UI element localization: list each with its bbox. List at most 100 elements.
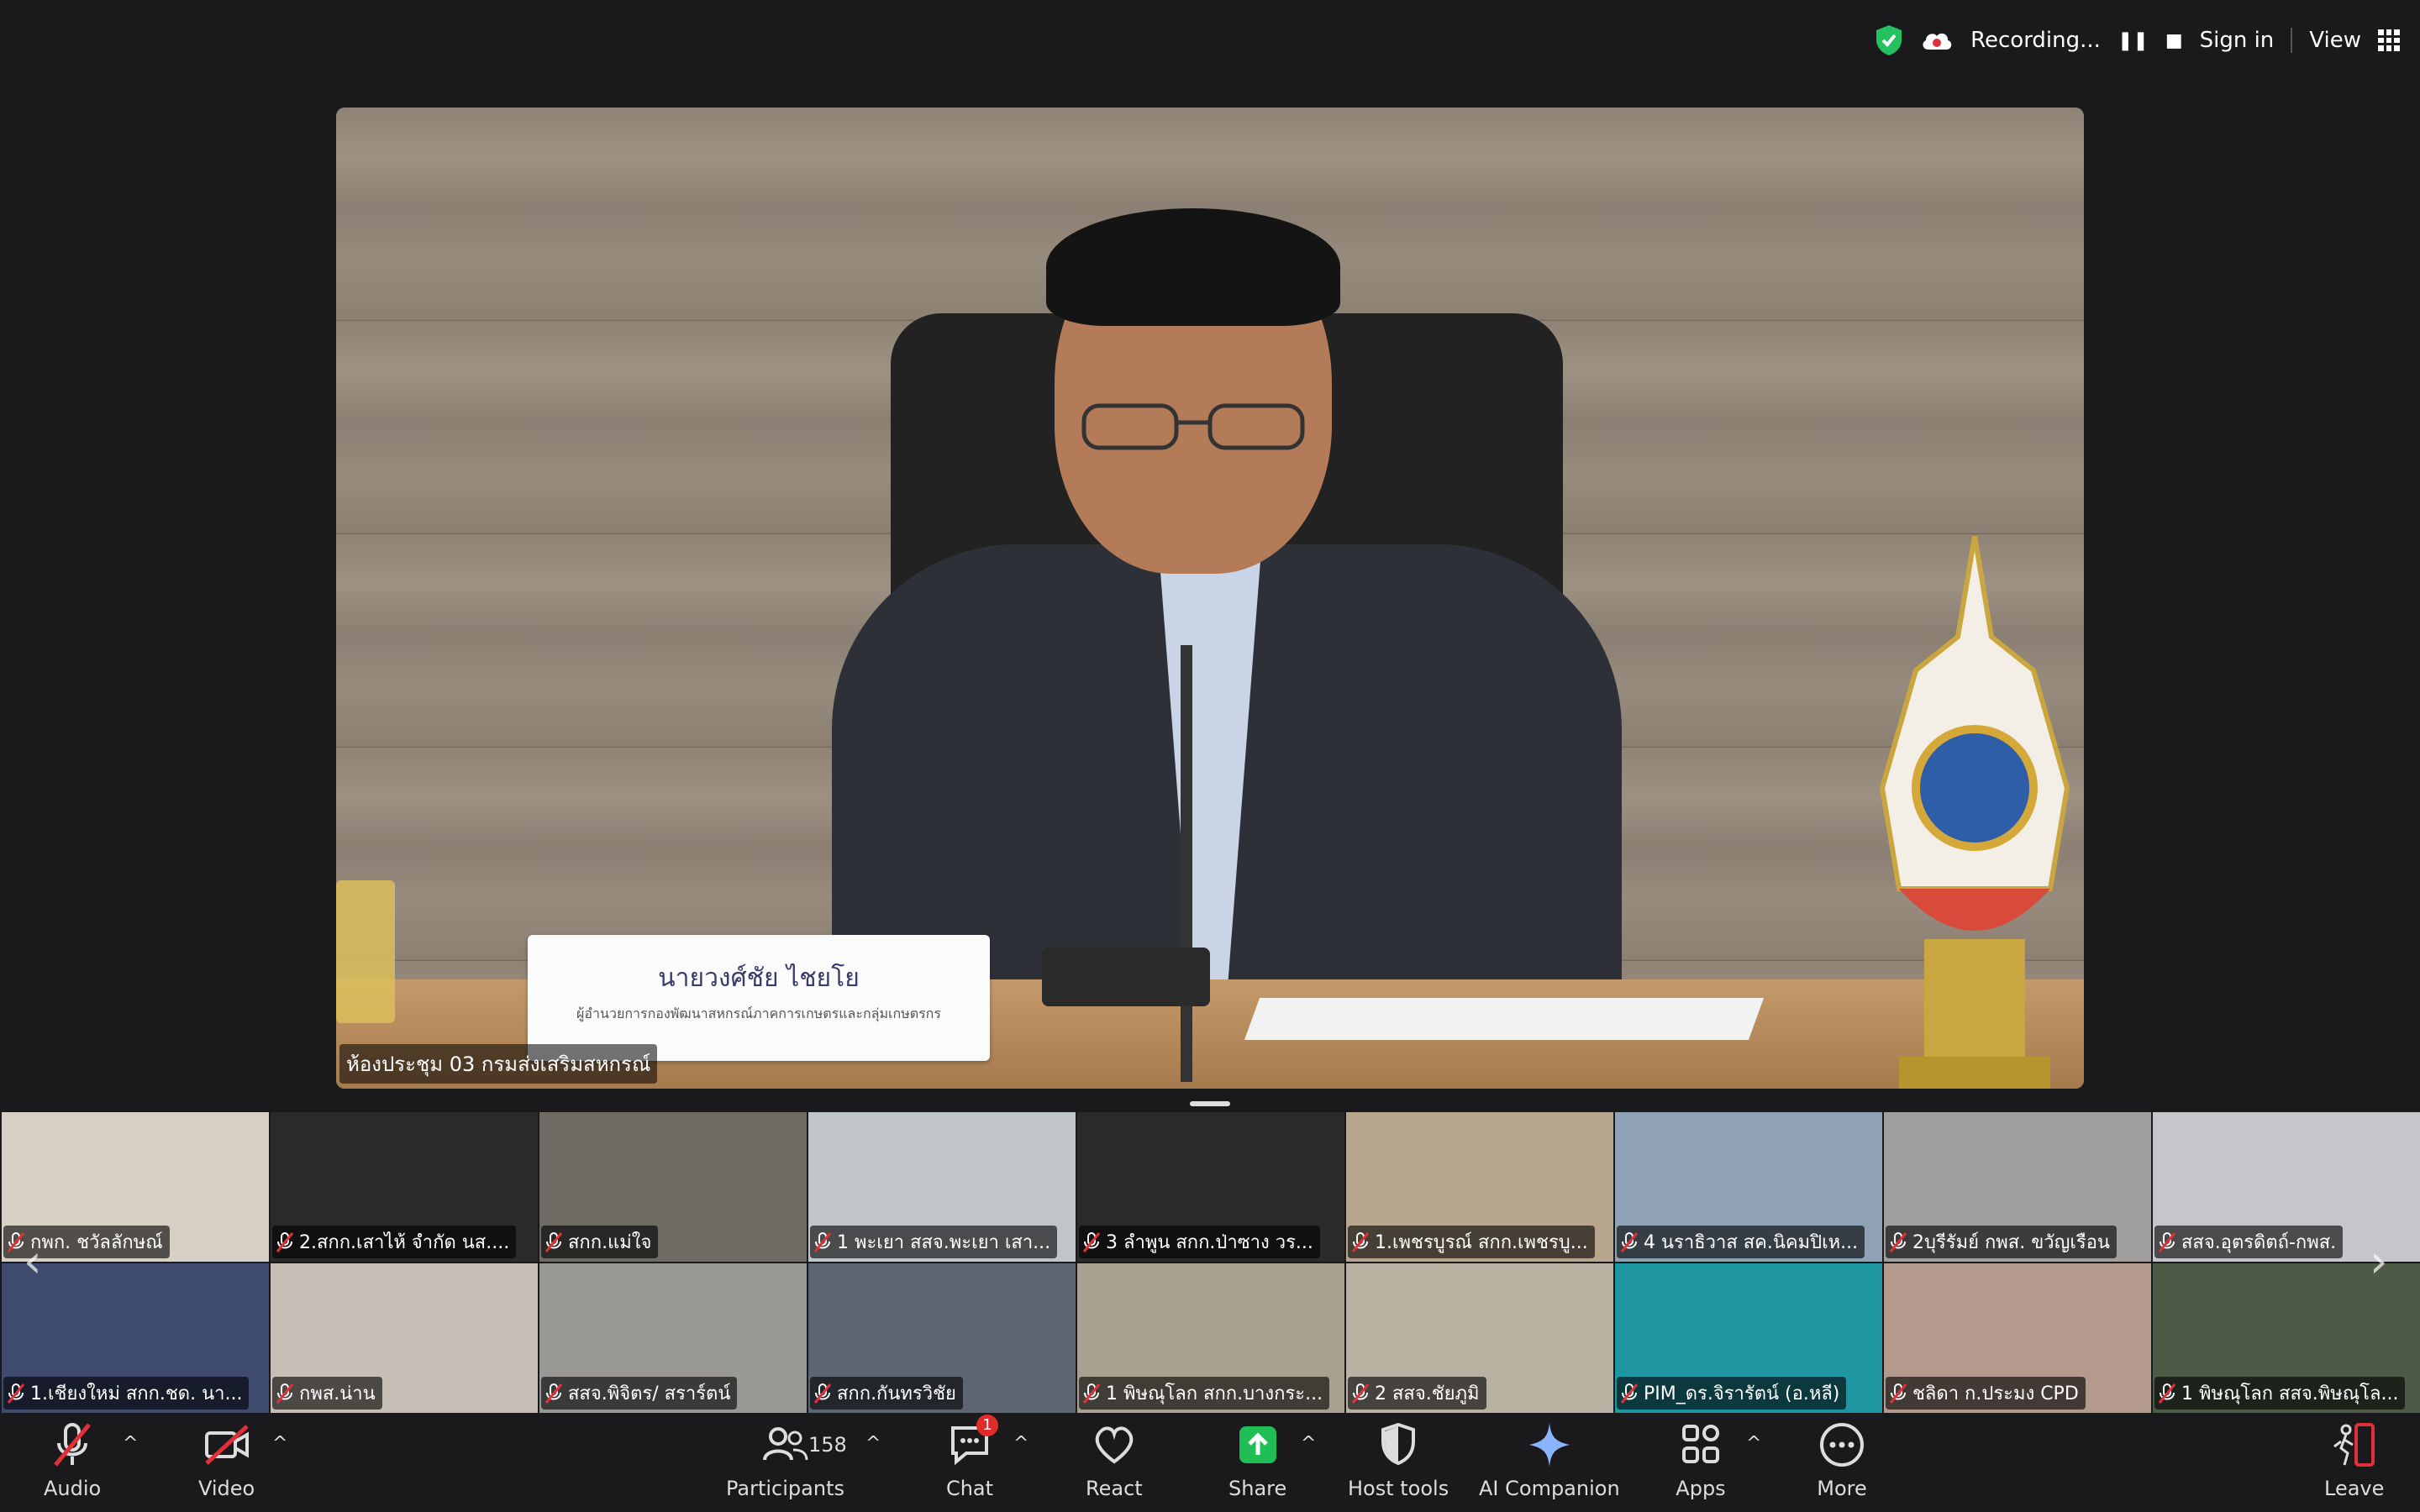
- participant-tile[interactable]: 1 พิษณุโลก สกก.บางกระ...: [1077, 1263, 1344, 1413]
- participant-name-tag: สสจ.อุตรดิตถ์-กพส.: [2154, 1226, 2344, 1258]
- participant-name-tag: 1 พะเยา สสจ.พะเยา เสา...: [810, 1226, 1058, 1258]
- participant-name: 1.เพชรบูรณ์ สกก.เพชรบู...: [1375, 1232, 1588, 1253]
- ai-companion-button[interactable]: AI Companion: [1479, 1421, 1620, 1500]
- participant-name: 1 พิษณุโลก สกก.บางกระ...: [1106, 1383, 1323, 1404]
- participant-name-tag: สสจ.พิจิตร/ สราร์ตน์: [541, 1377, 738, 1410]
- participant-name: สสจ.พิจิตร/ สราร์ตน์: [568, 1383, 731, 1404]
- muted-mic-icon: [1082, 1231, 1101, 1252]
- participant-name: สสจ.อุตรดิตถ์-กพส.: [2181, 1232, 2337, 1253]
- participant-tile[interactable]: 1 พะเยา สสจ.พะเยา เสา...: [808, 1112, 1076, 1262]
- apps-label: Apps: [1676, 1477, 1726, 1500]
- video-off-icon: [204, 1425, 249, 1465]
- participants-label: Participants: [726, 1477, 844, 1500]
- more-label: More: [1817, 1477, 1867, 1500]
- participant-name: 2 สสจ.ชัยภูมิ: [1375, 1383, 1480, 1404]
- participant-tile[interactable]: กพส.น่าน: [271, 1263, 538, 1413]
- participant-name-tag: สกก.กันทรวิชัย: [810, 1377, 963, 1410]
- share-options-caret[interactable]: ^: [1301, 1433, 1316, 1454]
- muted-mic-icon: [813, 1383, 832, 1404]
- participant-tile[interactable]: สสจ.พิจิตร/ สราร์ตน์: [539, 1263, 807, 1413]
- meeting-toolbar: Audio ^ Video ^ Participants 158 ^ Chat …: [0, 1415, 2420, 1512]
- participant-name-tag: 1 พิษณุโลก สสจ.พิษณุโล...: [2154, 1377, 2406, 1410]
- gallery-next-arrow[interactable]: ›: [2370, 1235, 2388, 1288]
- top-bar: Recording... ❚❚ ■ Sign in View: [1875, 0, 2420, 81]
- react-label: React: [1086, 1477, 1143, 1500]
- participant-name-tag: 2.สกก.เสาไห้ จำกัด นส....: [272, 1226, 517, 1258]
- video-options-caret[interactable]: ^: [272, 1433, 287, 1454]
- room-label: ห้องประชุม 03 กรมส่งเสริมสหกรณ์: [339, 1044, 658, 1084]
- heart-icon: [1095, 1426, 1134, 1464]
- muted-mic-icon: [813, 1231, 832, 1252]
- pause-recording-button[interactable]: ❚❚: [2118, 30, 2149, 51]
- participant-tile[interactable]: ชลิดา ก.ประมง CPD: [1884, 1263, 2151, 1413]
- participant-name: สกก.แม่ใจ: [568, 1232, 652, 1253]
- host-tools-button[interactable]: Host tools: [1348, 1421, 1449, 1500]
- recording-label: Recording...: [1970, 28, 2101, 53]
- participant-tile[interactable]: PIM_ดร.จิรารัตน์ (อ.หลี): [1615, 1263, 1882, 1413]
- sign-in-link[interactable]: Sign in: [2200, 28, 2275, 53]
- participant-gallery: กพก. ชวัลลักษณ์ 2.สกก.เสาไห้ จำกัด นส....…: [0, 1112, 2420, 1415]
- glasses: [1081, 403, 1305, 450]
- more-dots-icon: [1820, 1423, 1864, 1467]
- participant-tile[interactable]: 1.เพชรบูรณ์ สกก.เพชรบู...: [1346, 1112, 1613, 1262]
- participant-name: 3 ลำพูน สกก.ป่าซาง วร...: [1106, 1232, 1313, 1253]
- muted-mic-icon: [1889, 1383, 1907, 1404]
- participant-tile[interactable]: 2บุรีรัมย์ กพส. ขวัญเรือน: [1884, 1112, 2151, 1262]
- participant-name: สกก.กันทรวิชัย: [837, 1383, 956, 1404]
- apps-icon: [1682, 1425, 1719, 1463]
- participant-tile[interactable]: สกก.กันทรวิชัย: [808, 1263, 1076, 1413]
- participant-name-tag: 2 สสจ.ชัยภูมิ: [1348, 1377, 1486, 1410]
- gallery-prev-arrow[interactable]: ‹: [24, 1235, 42, 1288]
- participant-name: 2.สกก.เสาไห้ จำกัด นส....: [299, 1232, 510, 1253]
- participant-name: ชลิดา ก.ประมง CPD: [1912, 1383, 2079, 1404]
- view-button[interactable]: View: [2309, 28, 2361, 53]
- audio-label: Audio: [44, 1477, 102, 1500]
- apps-button[interactable]: Apps: [1676, 1421, 1726, 1500]
- leave-button[interactable]: Leave: [2324, 1421, 2384, 1500]
- participant-name-tag: PIM_ดร.จิรารัตน์ (อ.หลี): [1617, 1377, 1847, 1410]
- resize-handle[interactable]: [1190, 1101, 1230, 1106]
- participants-options-caret[interactable]: ^: [865, 1433, 881, 1454]
- grid-view-icon[interactable]: [2378, 29, 2400, 51]
- participant-tile[interactable]: 2.สกก.เสาไห้ จำกัด นส....: [271, 1112, 538, 1262]
- muted-mic-icon: [7, 1231, 25, 1252]
- participant-tile[interactable]: 3 ลำพูน สกก.ป่าซาง วร...: [1077, 1112, 1344, 1262]
- active-speaker-video[interactable]: นายวงศ์ชัย ไชยโย ผู้อำนวยการกองพัฒนาสหกร…: [336, 108, 2084, 1089]
- participant-tile[interactable]: 1.เชียงใหม่ สกก.ชด. นา...: [2, 1263, 269, 1413]
- participant-tile[interactable]: สกก.แม่ใจ: [539, 1112, 807, 1262]
- stop-recording-button[interactable]: ■: [2165, 30, 2183, 51]
- nameplate-name: นายวงศ์ชัย ไชยโย: [658, 963, 860, 993]
- host-shield-icon: [1381, 1422, 1416, 1466]
- participant-name-tag: สกก.แม่ใจ: [541, 1226, 659, 1258]
- muted-mic-icon: [7, 1383, 25, 1404]
- participant-name-tag: 3 ลำพูน สกก.ป่าซาง วร...: [1079, 1226, 1320, 1258]
- muted-mic-icon: [544, 1231, 563, 1252]
- react-button[interactable]: React: [1086, 1421, 1143, 1500]
- share-button[interactable]: Share: [1228, 1421, 1286, 1500]
- video-button[interactable]: Video: [198, 1421, 255, 1500]
- participant-name-tag: 1.เพชรบูรณ์ สกก.เพชรบู...: [1348, 1226, 1595, 1258]
- muted-mic-icon: [1351, 1231, 1370, 1252]
- audio-button[interactable]: Audio: [44, 1421, 101, 1500]
- apps-options-caret[interactable]: ^: [1746, 1433, 1761, 1454]
- divider: [2291, 28, 2293, 53]
- muted-mic-icon: [1351, 1383, 1370, 1404]
- participant-name-tag: 1.เชียงใหม่ สกก.ชด. นา...: [3, 1377, 250, 1410]
- participant-name: PIM_ดร.จิรารัตน์ (อ.หลี): [1644, 1383, 1840, 1404]
- chat-options-caret[interactable]: ^: [1013, 1433, 1028, 1454]
- muted-mic-icon: [1082, 1383, 1101, 1404]
- microphone: [1181, 645, 1192, 1082]
- nameplate-title: ผู้อำนวยการกองพัฒนาสหกรณ์ภาคการเกษตรและก…: [576, 1005, 941, 1021]
- share-arrow-icon: [1239, 1426, 1276, 1463]
- participant-tile[interactable]: กพก. ชวัลลักษณ์: [2, 1112, 269, 1262]
- shield-check-icon[interactable]: [1875, 24, 1903, 56]
- ai-companion-label: AI Companion: [1479, 1477, 1620, 1500]
- audio-options-caret[interactable]: ^: [123, 1433, 138, 1454]
- participant-name: 4 นราธิวาส สค.นิคมปิเห...: [1644, 1232, 1859, 1253]
- more-button[interactable]: More: [1817, 1421, 1867, 1500]
- mic-off-icon: [54, 1423, 92, 1467]
- participant-name: 1 พะเยา สสจ.พะเยา เสา...: [837, 1232, 1051, 1253]
- participant-tile[interactable]: 4 นราธิวาส สค.นิคมปิเห...: [1615, 1112, 1882, 1262]
- participant-tile[interactable]: 2 สสจ.ชัยภูมิ: [1346, 1263, 1613, 1413]
- participant-name: กพส.น่าน: [299, 1383, 376, 1404]
